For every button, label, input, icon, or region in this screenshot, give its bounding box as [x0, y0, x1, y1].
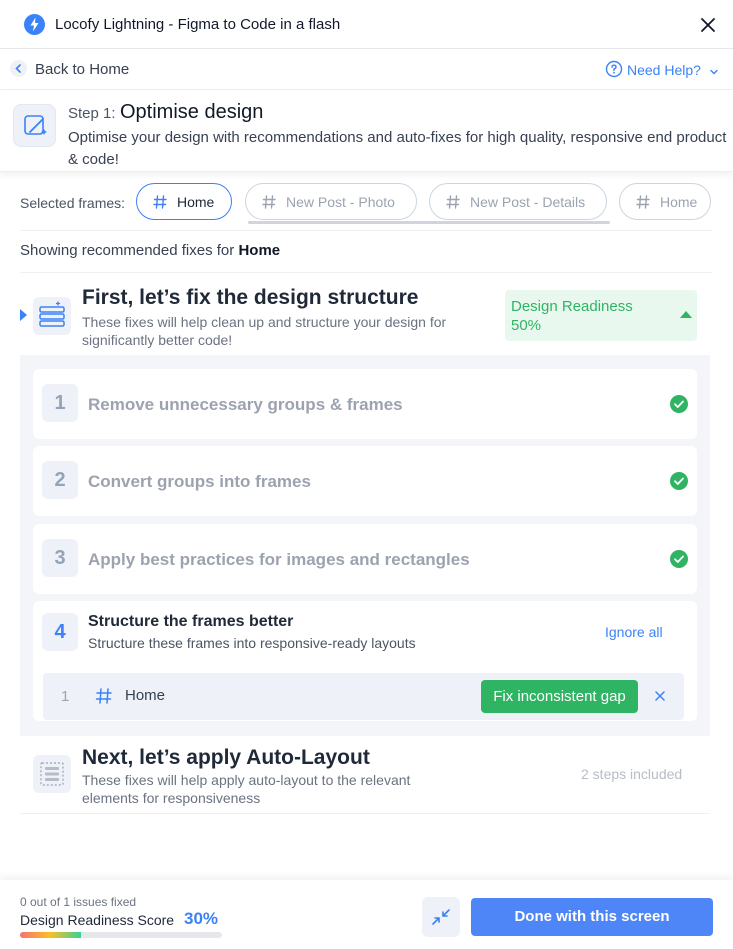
- frame-chip-label: New Post - Details: [470, 194, 586, 210]
- fix-card-3[interactable]: 3 Apply best practices for images and re…: [33, 524, 697, 594]
- footer: 0 out of 1 issues fixed Design Readiness…: [0, 880, 733, 949]
- magic-wand-icon: [13, 104, 56, 147]
- fix-subtitle: Structure these frames into responsive-r…: [88, 635, 416, 651]
- fix-number: 4: [42, 613, 78, 651]
- caret-up-icon: [680, 311, 692, 318]
- structure-layers-icon: [33, 297, 71, 335]
- divider: [20, 272, 712, 273]
- readiness-progress-bar: [20, 932, 222, 938]
- help-icon: [605, 60, 623, 78]
- steps-included-label: 2 steps included: [581, 766, 683, 782]
- step-number: Step 1:: [68, 105, 116, 122]
- issue-frame-name: Home: [125, 687, 166, 704]
- fix-card-1[interactable]: 1 Remove unnecessary groups & frames: [33, 369, 697, 439]
- issue-index: 1: [61, 688, 70, 705]
- frame-chip-label: Home: [177, 194, 215, 210]
- design-readiness-badge[interactable]: Design Readiness 50%: [505, 290, 697, 341]
- need-help-label: Need Help?: [627, 62, 701, 78]
- issue-row[interactable]: 1 Home Fix inconsistent gap: [43, 673, 684, 720]
- fix-title: Remove unnecessary groups & frames: [88, 395, 403, 414]
- step-title: Optimise design: [120, 101, 264, 123]
- chevron-left-icon[interactable]: [10, 60, 27, 77]
- fix-number: 1: [42, 384, 78, 422]
- issues-fixed-count: 0 out of 1 issues fixed: [20, 895, 137, 909]
- step-header: Step 1: Optimise design Optimise your de…: [0, 90, 733, 172]
- frame-chip-new-post-photo[interactable]: New Post - Photo: [245, 183, 417, 220]
- selected-frames-row: Selected frames: Home New Post - Photo N…: [20, 183, 713, 224]
- section-description: These fixes will help clean up and struc…: [82, 314, 447, 348]
- window-title: Locofy Lightning - Figma to Code in a fl…: [55, 16, 341, 33]
- step-description: Optimise your design with recommendation…: [68, 129, 727, 168]
- fix-number: 2: [42, 461, 78, 499]
- check-circle-icon: [670, 395, 688, 413]
- readiness-score-value: 30%: [184, 909, 219, 928]
- frame-chip-home[interactable]: Home: [136, 183, 232, 220]
- auto-layout-section[interactable]: Next, let’s apply Auto-Layout These fixe…: [20, 738, 710, 814]
- back-to-home-link[interactable]: Back to Home: [35, 61, 129, 78]
- design-structure-section[interactable]: First, let’s fix the design structure Th…: [20, 280, 710, 355]
- showing-fixes-label: Showing recommended fixes for Home: [20, 242, 280, 259]
- frame-chip-label: New Post - Photo: [286, 194, 395, 210]
- frame-hash-icon: [262, 194, 276, 210]
- frames-scrollbar[interactable]: [248, 221, 610, 224]
- fix-title: Convert groups into frames: [88, 472, 311, 491]
- frame-chip-label: Home: [660, 194, 698, 210]
- frame-chip-home-2[interactable]: Home: [619, 183, 711, 220]
- fix-card-4[interactable]: 4 Structure the frames better Structure …: [33, 601, 697, 721]
- frame-chip-new-post-details[interactable]: New Post - Details: [429, 183, 607, 220]
- check-circle-icon: [670, 550, 688, 568]
- navigation-bar: Back to Home Need Help?: [0, 49, 733, 90]
- frame-hash-icon: [446, 194, 460, 210]
- section-description: These fixes will help apply auto-layout …: [82, 772, 411, 806]
- frame-hash-icon: [636, 194, 650, 210]
- expand-caret-icon[interactable]: [20, 309, 27, 321]
- fixes-panel: 1 Remove unnecessary groups & frames 2 C…: [20, 355, 710, 736]
- divider: [20, 230, 712, 231]
- fix-card-2[interactable]: 2 Convert groups into frames: [33, 446, 697, 516]
- fix-title: Structure the frames better: [88, 613, 294, 630]
- fix-inconsistent-gap-button[interactable]: Fix inconsistent gap: [481, 680, 638, 713]
- fix-title: Apply best practices for images and rect…: [88, 550, 470, 569]
- auto-layout-icon: [33, 755, 71, 793]
- selected-frames-label: Selected frames:: [20, 195, 126, 211]
- section-title: First, let’s fix the design structure: [82, 286, 419, 309]
- frame-hash-icon: [153, 194, 167, 210]
- readiness-progress-fill: [20, 932, 81, 938]
- fix-number: 3: [42, 539, 78, 577]
- done-with-screen-button[interactable]: Done with this screen: [471, 898, 713, 936]
- section-title: Next, let’s apply Auto-Layout: [82, 746, 370, 769]
- lightning-logo-icon: [24, 14, 45, 35]
- chevron-down-icon: [709, 64, 719, 75]
- frame-hash-icon: [95, 687, 113, 705]
- design-readiness-label: Design Readiness 50%: [511, 298, 633, 334]
- title-bar: Locofy Lightning - Figma to Code in a fl…: [0, 0, 733, 49]
- showing-prefix: Showing recommended fixes for: [20, 242, 235, 259]
- ignore-all-button[interactable]: Ignore all: [605, 624, 663, 640]
- readiness-score-label: Design Readiness Score: [20, 912, 175, 928]
- dismiss-icon[interactable]: [653, 689, 667, 703]
- collapse-icon[interactable]: [422, 897, 460, 937]
- close-icon[interactable]: [697, 14, 719, 36]
- check-circle-icon: [670, 472, 688, 490]
- showing-frame-name: Home: [238, 242, 281, 259]
